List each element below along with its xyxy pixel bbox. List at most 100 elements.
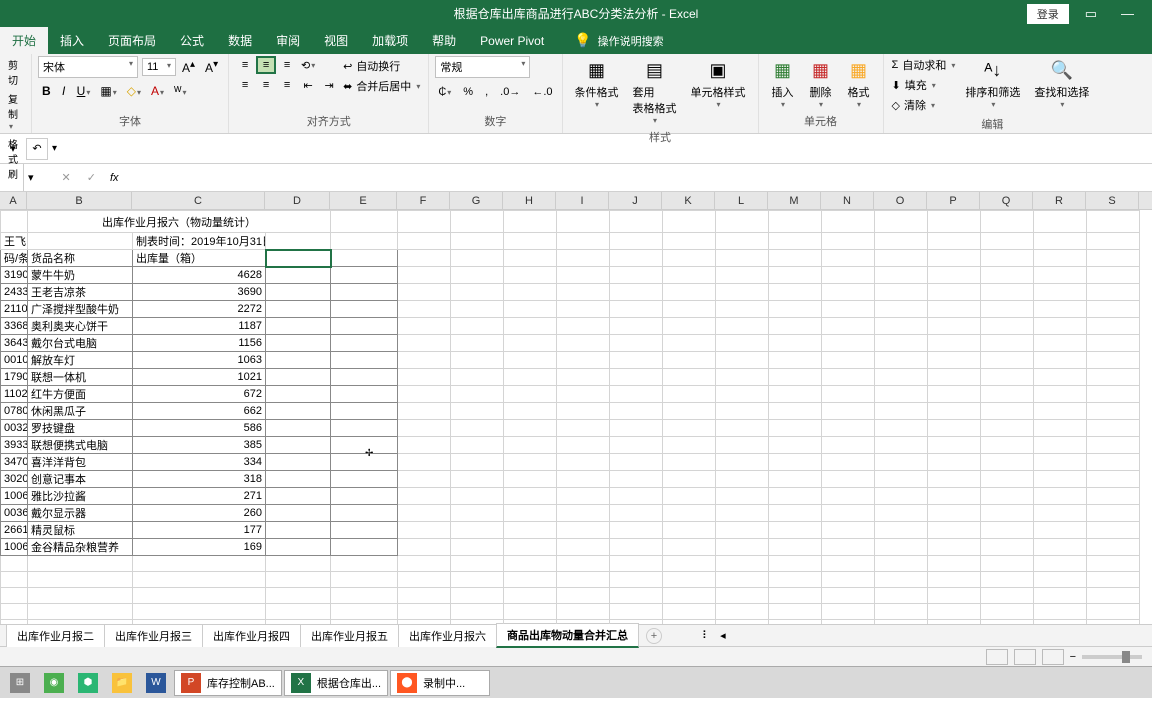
eraser-icon: ◇ [892,99,900,112]
tab-scroll-divider: ⠇ [702,629,710,642]
tab-view[interactable]: 视图 [312,26,360,55]
font-name-select[interactable]: 宋体▾ [38,56,138,78]
enter-formula-icon[interactable]: ✓ [81,171,102,184]
qat-dropdown[interactable]: ▾ [52,143,57,154]
find-select-button[interactable]: 🔍查找和选择▾ [1028,56,1095,111]
fill-button[interactable]: ⬇填充▾ [890,76,958,94]
sheet-tab-5[interactable]: 出库作业月报五 [300,624,399,647]
cancel-formula-icon[interactable]: ✕ [56,171,77,184]
conditional-format-button[interactable]: ▦条件格式▾ [569,56,625,111]
ribbon-tabs: 开始 插入 页面布局 公式 数据 审阅 视图 加载项 帮助 Power Pivo… [0,27,1152,54]
view-normal-icon[interactable] [986,649,1008,665]
tell-me-label: 操作说明搜索 [598,33,664,49]
align-center-icon[interactable]: ≡ [256,76,276,94]
font-color-button[interactable]: A▾ [147,82,168,100]
dec-decimal-button[interactable]: ←.0 [529,84,555,100]
format-icon: ▦ [847,58,871,82]
sheet-tab-6[interactable]: 出库作业月报六 [398,624,497,647]
number-format-select[interactable]: 常规▾ [435,56,530,78]
tab-data[interactable]: 数据 [216,26,264,55]
merge-center-button[interactable]: ⬌合并后居中▾ [343,78,420,94]
autosum-button[interactable]: Σ自动求和▾ [890,56,958,74]
task-app1[interactable]: ⬢ [72,670,104,696]
tab-addin[interactable]: 加载项 [360,26,420,55]
align-top-icon[interactable]: ≡ [235,56,255,74]
task-excel[interactable]: X根据仓库出... [284,670,388,696]
decrease-font-icon[interactable]: A▾ [201,57,222,77]
task-start[interactable]: ⊞ [4,670,36,696]
copy-button[interactable]: 复制 ▾ [6,90,25,133]
wrap-text-button[interactable]: ↩自动换行 [343,58,420,74]
name-box[interactable] [4,164,24,191]
phonetic-button[interactable]: ᵂ▾ [170,82,191,100]
task-files[interactable]: 📁 [106,670,138,696]
task-ppt[interactable]: P库存控制AB... [174,670,282,696]
group-font-label: 字体 [38,111,222,131]
align-right-icon[interactable]: ≡ [277,76,297,94]
sheet-tab-4[interactable]: 出库作业月报四 [202,624,301,647]
table-format-button[interactable]: ▤套用 表格格式▾ [627,56,683,127]
cursor-indicator-icon: ✢ [365,448,373,459]
task-recorder[interactable]: ⬤录制中... [390,670,490,696]
view-layout-icon[interactable] [1014,649,1036,665]
clear-button[interactable]: ◇清除▾ [890,96,958,114]
format-cells-button[interactable]: ▦格式▾ [841,56,877,111]
cut-button[interactable]: 剪切 [6,56,25,88]
percent-button[interactable]: % [460,84,476,100]
tab-insert[interactable]: 插入 [48,26,96,55]
align-left-icon[interactable]: ≡ [235,76,255,94]
namebox-dropdown[interactable]: ▾ [4,142,22,155]
tab-layout[interactable]: 页面布局 [96,26,168,55]
sheet-tab-summary[interactable]: 商品出库物动量合并汇总 [496,623,639,648]
tell-me-search[interactable]: 💡 操作说明搜索 [566,28,671,53]
window-title: 根据仓库出库商品进行ABC分类法分析 - Excel [454,5,699,22]
tab-formula[interactable]: 公式 [168,26,216,55]
login-button[interactable]: 登录 [1027,4,1069,24]
delete-cells-button[interactable]: ▦删除▾ [803,56,839,111]
currency-button[interactable]: ₵▾ [435,84,454,100]
increase-font-icon[interactable]: A▴ [178,57,199,77]
column-headers[interactable]: ABCDEFGHIJKLMNOPQRS [0,192,1152,210]
sort-filter-button[interactable]: ᴬ↓排序和筛选▾ [959,56,1026,111]
task-word[interactable]: W [140,670,172,696]
fx-icon[interactable]: fx [106,172,123,184]
ribbon-options-icon[interactable]: ▭ [1077,2,1105,26]
font-size-select[interactable]: 11▾ [142,58,176,76]
search-icon: 🔍 [1050,58,1074,82]
name-box-dropdown[interactable]: ▾ [28,171,34,184]
italic-button[interactable]: I [57,82,71,100]
bold-button[interactable]: B [38,82,55,100]
inc-decimal-button[interactable]: .0→ [497,84,523,100]
tab-help[interactable]: 帮助 [420,26,468,55]
align-middle-icon[interactable]: ≡ [256,56,276,74]
sheet-tab-2[interactable]: 出库作业月报二 [6,624,105,647]
view-break-icon[interactable] [1042,649,1064,665]
fill-color-button[interactable]: ◇▾ [123,82,145,100]
tab-home[interactable]: 开始 [0,26,48,55]
add-sheet-button[interactable]: + [646,628,662,644]
indent-inc-icon[interactable]: ⇥ [319,76,339,94]
minimize-icon[interactable]: — [1113,2,1142,25]
comma-button[interactable]: , [482,84,491,100]
tab-review[interactable]: 审阅 [264,26,312,55]
tab-pivot[interactable]: Power Pivot [468,28,556,54]
tab-scroll-left-icon[interactable]: ◂ [720,629,726,642]
indent-dec-icon[interactable]: ⇤ [298,76,318,94]
border-button[interactable]: ▦▾ [96,82,120,100]
undo-button[interactable]: ↶ [26,138,48,160]
orientation-icon[interactable]: ⟲▾ [298,56,318,74]
insert-cells-button[interactable]: ▦插入▾ [765,56,801,111]
insert-icon: ▦ [771,58,795,82]
spreadsheet-grid[interactable]: ABCDEFGHIJKLMNOPQRS 出库作业月报六（物动量统计）王飞制表时间… [0,192,1152,624]
task-browser[interactable]: ◉ [38,670,70,696]
data-table[interactable]: 出库作业月报六（物动量统计）王飞制表时间：2019年10月31日码/条码货品名称… [0,210,1140,624]
zoom-slider[interactable] [1082,655,1142,659]
zoom-out-icon[interactable]: − [1070,651,1076,663]
sheet-tab-3[interactable]: 出库作业月报三 [104,624,203,647]
cell-styles-button[interactable]: ▣单元格样式▾ [685,56,752,111]
align-bottom-icon[interactable]: ≡ [277,56,297,74]
group-align-label: 对齐方式 [235,111,422,131]
sigma-icon: Σ [892,59,899,71]
sort-icon: ᴬ↓ [981,58,1005,82]
underline-button[interactable]: U▾ [73,82,95,100]
